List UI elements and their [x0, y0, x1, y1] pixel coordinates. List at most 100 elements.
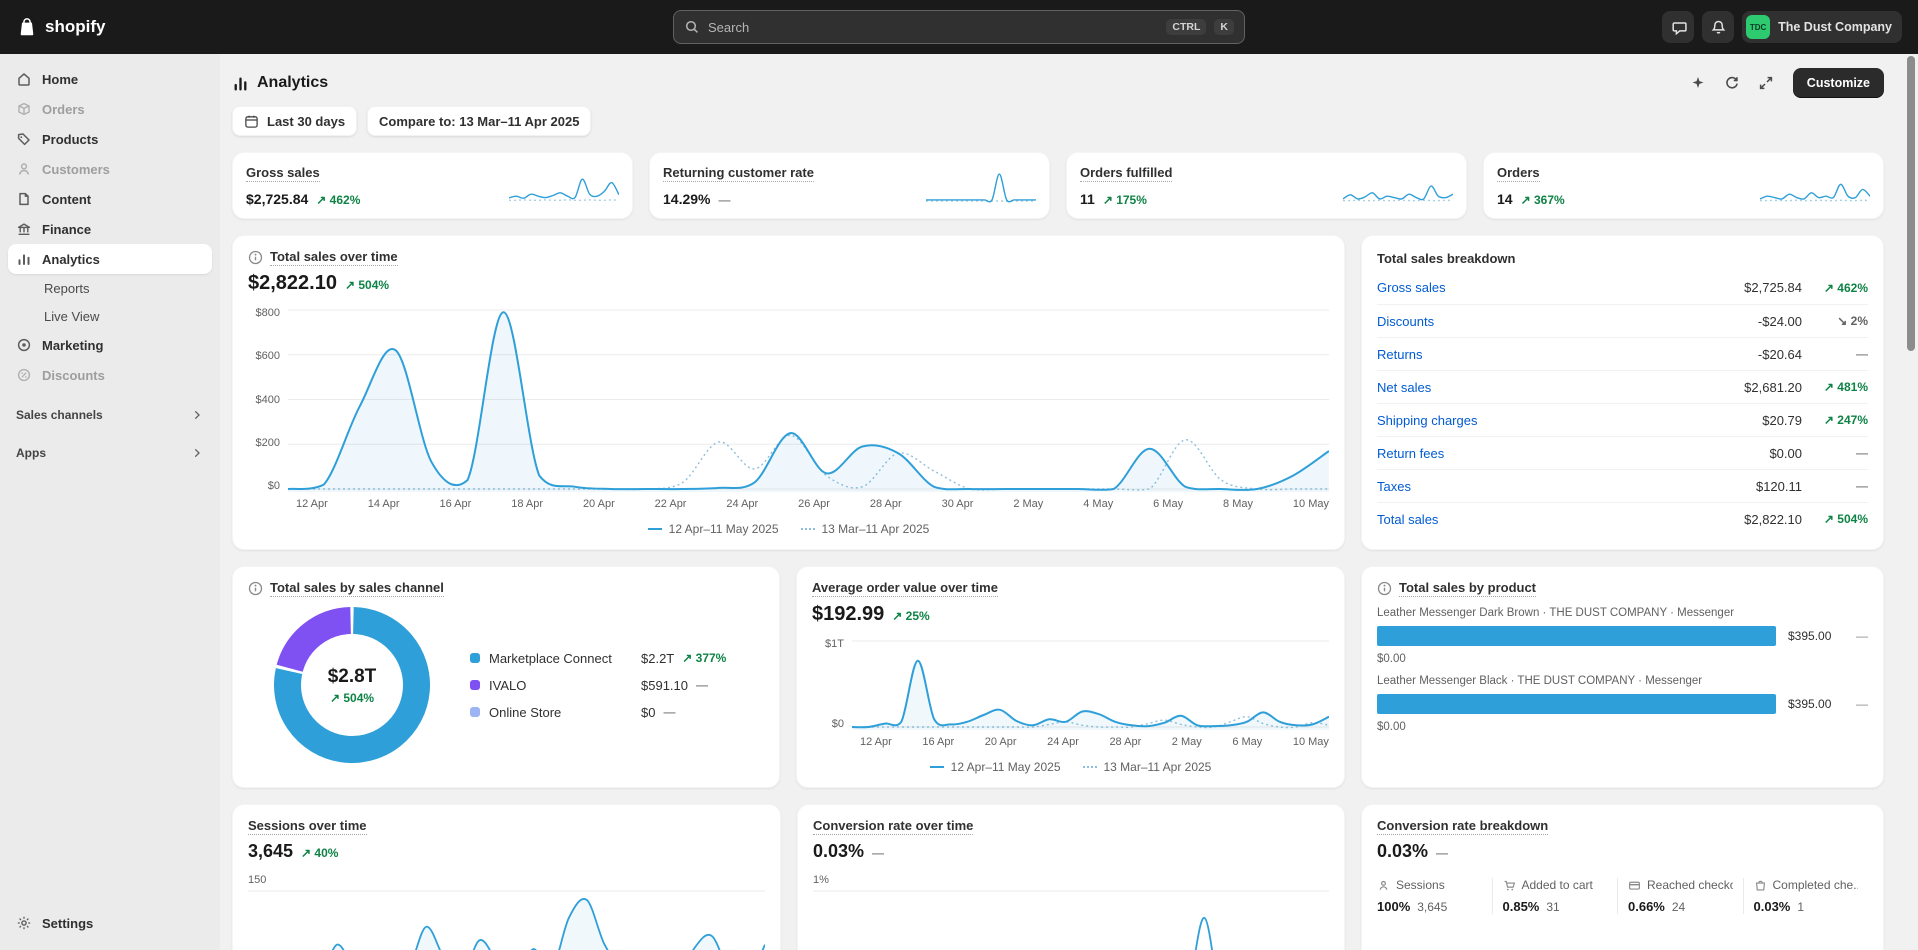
insights-button[interactable]	[1683, 68, 1713, 98]
breakdown-link[interactable]: Gross sales	[1377, 280, 1744, 295]
sidebar-item-finance[interactable]: Finance	[8, 214, 212, 244]
row-bottom: Sessions over time 3,645 ↗ 40% 150 Conve…	[232, 804, 1884, 950]
sidebar-item-label: Finance	[42, 222, 91, 237]
chat-button[interactable]	[1662, 11, 1694, 43]
sidebar-item-analytics[interactable]: Analytics	[8, 244, 212, 274]
compare-button[interactable]: Compare to: 13 Mar–11 Apr 2025	[367, 106, 591, 136]
breakdown-link[interactable]: Return fees	[1377, 446, 1769, 461]
breakdown-link[interactable]: Returns	[1377, 347, 1758, 362]
kpi-sparkline	[926, 166, 1036, 206]
y-axis: $800$600$400$200$0	[248, 307, 288, 492]
store-menu[interactable]: TDC The Dust Company	[1742, 11, 1902, 43]
breakdown-row: Discounts -$24.00 ↘ 2%	[1377, 304, 1868, 337]
sales-channel-donut-chart: $2.8T ↗ 504%	[274, 607, 430, 763]
total-sales-over-time-card: Total sales over time $2,822.10 ↗ 504% $…	[232, 235, 1345, 550]
customize-button[interactable]: Customize	[1793, 68, 1884, 98]
breakdown-link[interactable]: Net sales	[1377, 380, 1744, 395]
chart-change: —	[872, 846, 884, 860]
kpi-title: Orders	[1497, 165, 1540, 182]
notifications-button[interactable]	[1702, 11, 1734, 43]
kpi-card-gross-sales[interactable]: Gross sales $2,725.84 ↗ 462%	[232, 152, 633, 219]
legend-solid-swatch	[930, 766, 944, 768]
info-icon[interactable]	[1377, 581, 1392, 596]
fullscreen-button[interactable]	[1751, 68, 1781, 98]
sales-channels-section[interactable]: Sales channels	[16, 408, 204, 422]
sidebar-item-marketing[interactable]: Marketing	[8, 330, 212, 360]
sidebar-item-discounts[interactable]: Discounts	[8, 360, 212, 390]
chart-change: —	[1436, 846, 1448, 860]
y-axis-tick: 1%	[813, 874, 1329, 886]
breakdown-link[interactable]: Discounts	[1377, 314, 1758, 329]
date-range-button[interactable]: Last 30 days	[232, 106, 357, 136]
kpi-card-orders-fulfilled[interactable]: Orders fulfilled 11 ↗ 175%	[1066, 152, 1467, 219]
channel-legend-row: IVALO $591.10 —	[470, 678, 764, 693]
sidebar-item-home[interactable]: Home	[8, 64, 212, 94]
shortcut-k-key: K	[1214, 19, 1234, 36]
sidebar-item-label: Customers	[42, 162, 110, 177]
kpi-card-orders[interactable]: Orders 14 ↗ 367%	[1483, 152, 1884, 219]
breakdown-link[interactable]: Total sales	[1377, 512, 1744, 527]
bag-icon	[1754, 879, 1767, 892]
kpi-title: Returning customer rate	[663, 165, 814, 182]
breakdown-title: Total sales breakdown	[1377, 243, 1868, 271]
sidebar-item-products[interactable]: Products	[8, 124, 212, 154]
sidebar-item-label: Analytics	[42, 252, 100, 267]
sidebar-item-orders[interactable]: Orders	[8, 94, 212, 124]
sidebar-item-label: Content	[42, 192, 91, 207]
sidebar-item-customers[interactable]: Customers	[8, 154, 212, 184]
product-bar-track	[1377, 626, 1776, 646]
chart-title: Total sales by product	[1399, 580, 1536, 597]
chart-title: Average order value over time	[812, 580, 998, 597]
breakdown-value: $2,725.84	[1744, 280, 1802, 295]
vertical-scrollbar[interactable]	[1907, 56, 1915, 351]
breakdown-value: $0.00	[1769, 446, 1802, 461]
chart-value: 3,645	[248, 841, 293, 862]
marketing-icon	[16, 337, 32, 353]
breakdown-link[interactable]: Shipping charges	[1377, 413, 1762, 428]
search-input[interactable]	[708, 20, 1158, 35]
person-icon	[1377, 879, 1390, 892]
legend-current-period: 12 Apr–11 May 2025	[930, 760, 1061, 774]
product-change: —	[1856, 697, 1868, 711]
brand-wordmark: shopify	[45, 17, 105, 37]
kpi-change: ↗ 462%	[316, 193, 360, 207]
donut-center-value: $2.8T	[328, 666, 377, 688]
finance-icon	[16, 221, 32, 237]
chart-value: 0.03%	[813, 841, 864, 862]
sidebar-item-content[interactable]: Content	[8, 184, 212, 214]
legend-previous-period: 13 Mar–11 Apr 2025	[801, 522, 930, 536]
product-name: Leather Messenger Dark Brown · THE DUST …	[1377, 607, 1868, 619]
sidebar-item-label: Discounts	[42, 368, 105, 383]
channel-legend: Marketplace Connect $2.2T ↗ 377% IVALO $…	[470, 651, 764, 720]
x-axis: 12 Apr14 Apr16 Apr18 Apr20 Apr22 Apr24 A…	[296, 498, 1329, 510]
info-icon[interactable]	[248, 581, 263, 596]
page-header: Analytics Customize	[232, 64, 1884, 102]
breakdown-change: ↗ 462%	[1802, 281, 1868, 295]
kpi-value: $2,725.84	[246, 191, 308, 207]
search-bar[interactable]: CTRL K	[673, 10, 1245, 44]
apps-section[interactable]: Apps	[16, 446, 204, 460]
conversion-rate-breakdown-card: Conversion rate breakdown 0.03% — Sessio…	[1361, 804, 1884, 950]
kpi-card-returning-customer-rate[interactable]: Returning customer rate 14.29% —	[649, 152, 1050, 219]
refresh-button[interactable]	[1717, 68, 1747, 98]
breakdown-link[interactable]: Taxes	[1377, 479, 1756, 494]
sales-by-product-card: Total sales by product Leather Messenger…	[1361, 566, 1884, 788]
chart-legend: 12 Apr–11 May 2025 13 Mar–11 Apr 2025	[248, 522, 1329, 536]
shortcut-ctrl-key: CTRL	[1166, 19, 1206, 36]
funnel-step-sessions: Sessions 100%3,645	[1377, 878, 1492, 914]
sidebar-item-reports[interactable]: Reports	[8, 274, 212, 302]
product-value: $395.00	[1788, 697, 1831, 711]
home-icon	[16, 71, 32, 87]
info-icon[interactable]	[248, 250, 263, 265]
breakdown-change: ↗ 504%	[1802, 512, 1868, 526]
breakdown-row: Taxes $120.11 —	[1377, 469, 1868, 502]
sessions-over-time-card: Sessions over time 3,645 ↗ 40% 150	[232, 804, 781, 950]
conversion-rate-over-time-card: Conversion rate over time 0.03% — 1%	[797, 804, 1345, 950]
shopify-logo[interactable]: shopify	[16, 16, 236, 38]
y-axis-tick: 150	[248, 874, 765, 886]
product-bar	[1377, 626, 1776, 646]
chart-value: $2,822.10	[248, 272, 337, 295]
y-axis: $1T$0	[812, 638, 852, 730]
sidebar-item-settings[interactable]: Settings	[8, 908, 212, 938]
sidebar-item-live-view[interactable]: Live View	[8, 302, 212, 330]
